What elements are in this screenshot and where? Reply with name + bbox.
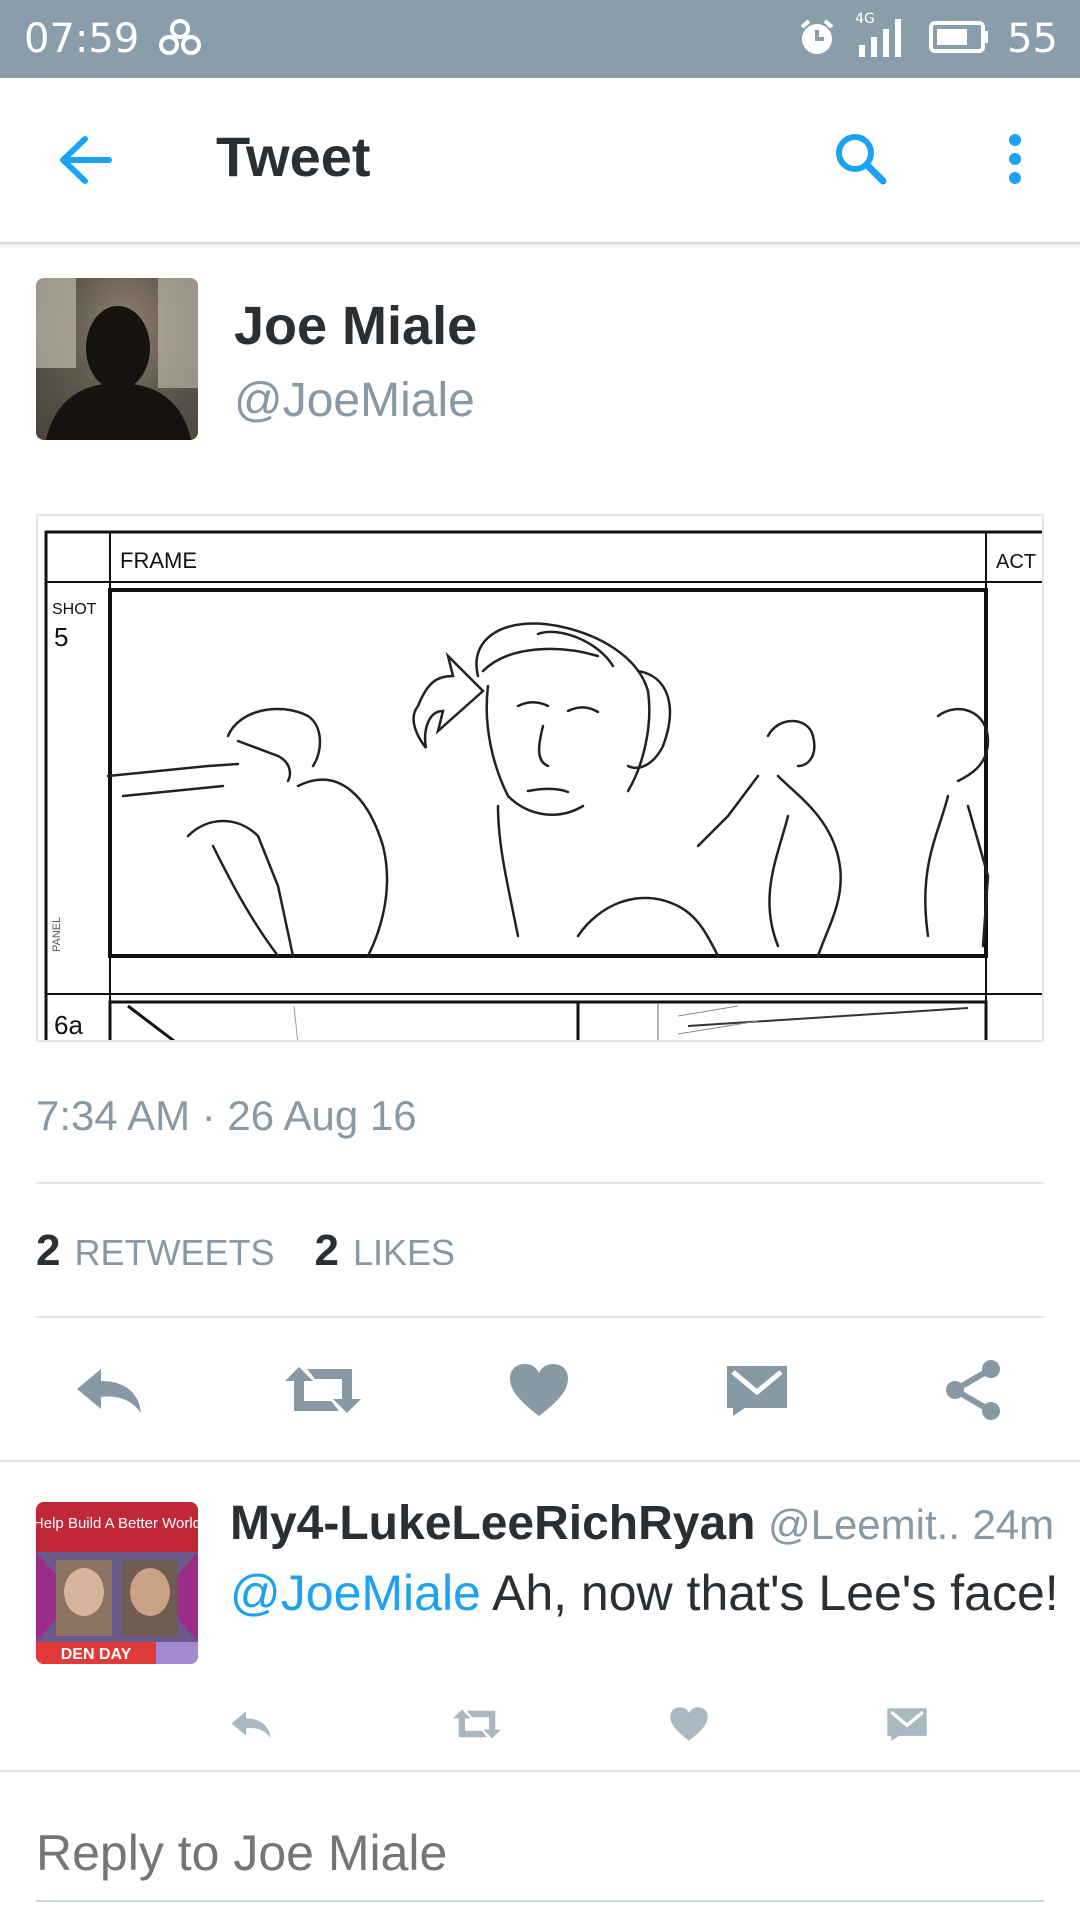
reply-reply-button[interactable] <box>216 1694 286 1754</box>
reply-header: My4-LukeLeeRichRyan @Leemit.. 24m <box>230 1496 1054 1551</box>
divider <box>36 1182 1044 1184</box>
shot-label: SHOT <box>52 601 97 618</box>
author-handle[interactable]: @JoeMiale <box>234 373 475 428</box>
reply-message-button[interactable] <box>872 1694 942 1754</box>
likes-label[interactable]: LIKES <box>353 1232 455 1274</box>
panel-label: PANEL <box>51 917 63 952</box>
reply-author-handle[interactable]: @Leemit.. <box>768 1501 960 1548</box>
next-panel-label: 6a <box>54 1010 83 1040</box>
more-options-button[interactable] <box>990 124 1040 194</box>
reply-like-button[interactable] <box>654 1694 724 1754</box>
heart-icon <box>510 1364 568 1416</box>
divider <box>0 1770 1080 1772</box>
reply-author-name[interactable]: My4-LukeLeeRichRyan <box>230 1497 756 1550</box>
status-time: 07:59 <box>24 16 140 62</box>
tweet-timestamp: 7:34 AM · 26 Aug 16 <box>36 1092 417 1139</box>
reply-avatar-bottom-text: DEN DAY <box>61 1646 132 1663</box>
reply-retweet-button[interactable] <box>442 1694 512 1754</box>
reply-compose-input[interactable] <box>36 1818 1044 1888</box>
like-button[interactable] <box>494 1352 584 1428</box>
back-arrow-icon <box>60 136 112 184</box>
compose-underline <box>36 1900 1044 1902</box>
alarm-icon <box>797 17 837 61</box>
battery-icon <box>929 21 989 57</box>
page-title: Tweet <box>216 125 371 188</box>
search-button[interactable] <box>826 124 896 194</box>
act-label: ACT <box>996 551 1036 573</box>
retweet-icon <box>453 1709 501 1739</box>
reply-body: Ah, now that's Lee's face! <box>480 1565 1059 1621</box>
reply-mention-link[interactable]: @JoeMiale <box>230 1565 481 1621</box>
heart-icon <box>670 1707 708 1741</box>
reply-button[interactable] <box>64 1352 154 1428</box>
reply-actions <box>0 1694 1080 1754</box>
likes-count[interactable]: 2 <box>315 1226 339 1276</box>
direct-message-button[interactable] <box>712 1352 802 1428</box>
author-avatar[interactable] <box>36 278 198 440</box>
retweet-icon <box>285 1367 361 1413</box>
reply-icon <box>77 1369 141 1413</box>
retweets-count[interactable]: 2 <box>36 1226 60 1276</box>
tweet-media-image[interactable]: FRAME ACT SHOT 5 PANEL 6a <box>36 514 1044 1042</box>
share-icon <box>946 1360 1000 1420</box>
divider <box>36 1316 1044 1318</box>
divider <box>0 1460 1080 1462</box>
reply-text: @JoeMiale Ah, now that's Lee's face! <box>230 1564 1059 1622</box>
tweet-stats: 2 RETWEETS 2 LIKES <box>36 1226 495 1276</box>
reply-icon <box>231 1711 271 1739</box>
reply-avatar-banner-text: Help Build A Better World <box>36 1515 198 1532</box>
reply-author-avatar[interactable]: Help Build A Better World DEN DAY <box>36 1502 198 1664</box>
reply-time: 24m <box>972 1501 1055 1548</box>
app-bar: Tweet <box>0 78 1080 244</box>
frame-label: FRAME <box>120 548 197 573</box>
share-button[interactable] <box>928 1352 1018 1428</box>
cloud-sync-icon <box>157 17 203 61</box>
network-type-label: 4G <box>855 11 875 27</box>
retweets-label[interactable]: RETWEETS <box>74 1232 274 1274</box>
status-bar: 07:59 4G 55 <box>0 0 1080 78</box>
search-icon <box>836 134 887 185</box>
envelope-icon <box>887 1708 927 1742</box>
tweet-actions <box>0 1352 1080 1428</box>
battery-percent: 55 <box>1007 16 1058 62</box>
retweet-button[interactable] <box>278 1352 368 1428</box>
shot-number: 5 <box>54 622 68 652</box>
author-name[interactable]: Joe Miale <box>234 295 477 357</box>
back-button[interactable] <box>50 128 120 192</box>
envelope-icon <box>727 1366 787 1416</box>
signal-icon: 4G <box>855 11 911 63</box>
more-vertical-icon <box>1009 134 1021 184</box>
